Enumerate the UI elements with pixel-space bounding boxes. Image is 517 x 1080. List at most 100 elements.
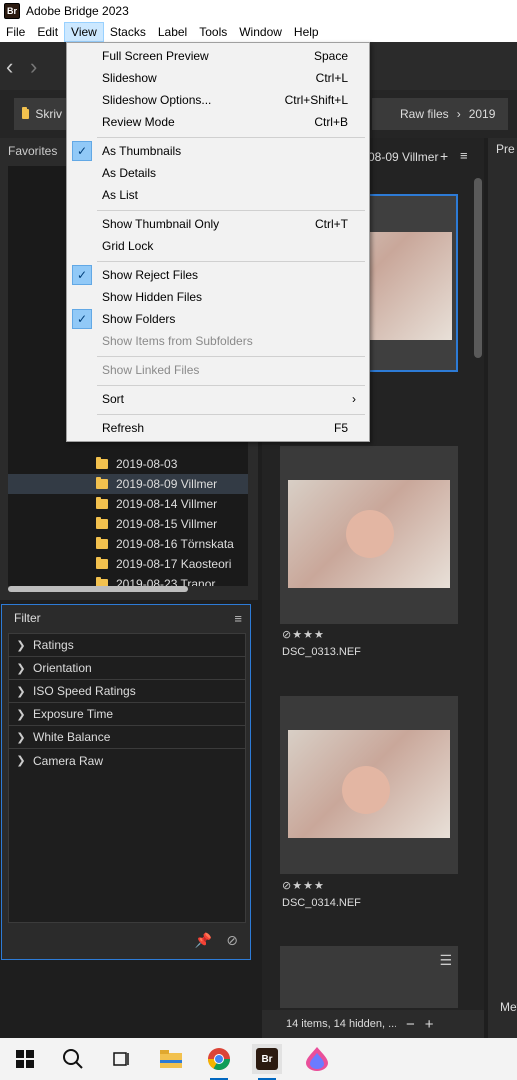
menu-item-as-thumbnails[interactable]: ✓ As Thumbnails xyxy=(68,140,368,162)
thumbnail[interactable] xyxy=(280,446,458,624)
tree-row[interactable]: 2019-08-16 Törnskata xyxy=(8,534,248,554)
menu-item-full-screen-preview[interactable]: Full Screen Preview Space xyxy=(68,45,368,67)
panel-menu-icon[interactable]: ≡ xyxy=(234,611,242,626)
menu-item-label: Show Linked Files xyxy=(102,363,200,377)
breadcrumb-raw[interactable]: Raw files xyxy=(400,107,449,121)
checkmark-icon: ✓ xyxy=(72,265,92,285)
add-icon[interactable]: + xyxy=(440,148,448,164)
rating-stars[interactable]: ⊘★★★ xyxy=(282,879,325,892)
menu-item-grid-lock[interactable]: Grid Lock xyxy=(68,235,368,257)
menu-item-shortcut: Space xyxy=(313,49,348,63)
chevron-right-icon: ❯ xyxy=(16,685,26,698)
filter-row-iso[interactable]: ❯ ISO Speed Ratings xyxy=(9,680,245,703)
menu-item-show-thumbnail-only[interactable]: Show Thumbnail Only Ctrl+T xyxy=(68,213,368,235)
chevron-right-icon: ❯ xyxy=(16,662,26,675)
menu-item-label: Show Items from Subfolders xyxy=(102,334,253,348)
menu-item-shortcut: Ctrl+T xyxy=(315,217,348,231)
filter-row-camera-raw[interactable]: ❯ Camera Raw xyxy=(9,749,245,772)
menu-item-slideshow[interactable]: Slideshow Ctrl+L xyxy=(68,67,368,89)
folder-icon xyxy=(96,517,108,529)
back-icon[interactable]: ‹ xyxy=(6,54,13,80)
search-icon[interactable] xyxy=(58,1044,88,1074)
folder-icon xyxy=(96,457,108,469)
tree-row[interactable]: 2019-08-14 Villmer xyxy=(8,494,248,514)
folder-icon xyxy=(96,557,108,569)
checkmark-icon: ✓ xyxy=(72,141,92,161)
menu-help[interactable]: Help xyxy=(288,22,325,42)
right-panel: Pre Met xyxy=(488,138,517,1038)
tree-row-label: 2019-08-03 xyxy=(116,457,178,471)
zoom-in-button[interactable]: + xyxy=(425,1016,434,1033)
filter-row-exposure[interactable]: ❯ Exposure Time xyxy=(9,703,245,726)
filter-footer: 📌 ⊘ xyxy=(195,932,238,949)
filter-row-label: Ratings xyxy=(33,638,74,652)
tab-metadata[interactable]: Met xyxy=(500,1000,517,1014)
chevron-right-icon: ❯ xyxy=(16,639,26,652)
menu-item-label: Show Reject Files xyxy=(102,268,199,282)
chrome-icon[interactable] xyxy=(204,1044,234,1080)
menu-window[interactable]: Window xyxy=(233,22,288,42)
menu-item-label: Review Mode xyxy=(102,115,175,129)
adjustments-icon: ☰ xyxy=(439,952,452,968)
menu-file[interactable]: File xyxy=(0,22,31,42)
thumbnail[interactable]: ☰ xyxy=(280,946,458,1008)
breadcrumb-year[interactable]: 2019 xyxy=(469,107,496,121)
menu-item-label: Show Thumbnail Only xyxy=(102,217,220,231)
pin-icon[interactable]: 📌 xyxy=(195,932,212,949)
tree-row-label: 2019-08-15 Villmer xyxy=(116,517,218,531)
menu-item-sort[interactable]: Sort › xyxy=(68,388,368,410)
menu-item-show-hidden-files[interactable]: Show Hidden Files xyxy=(68,286,368,308)
menu-item-show-reject-files[interactable]: ✓ Show Reject Files xyxy=(68,264,368,286)
breadcrumb-tail: Raw files › 2019 xyxy=(372,98,508,130)
tab-favorites[interactable]: Favorites xyxy=(8,140,57,162)
menu-item-review-mode[interactable]: Review Mode Ctrl+B xyxy=(68,111,368,133)
menu-edit[interactable]: Edit xyxy=(31,22,64,42)
filter-row-label: Orientation xyxy=(33,661,92,675)
view-menu-dropdown: Full Screen Preview Space Slideshow Ctrl… xyxy=(66,42,370,442)
paint-app-icon[interactable] xyxy=(302,1044,332,1074)
menu-item-slideshow-options[interactable]: Slideshow Options... Ctrl+Shift+L xyxy=(68,89,368,111)
tree-row[interactable]: 2019-08-17 Kaosteori xyxy=(8,554,248,574)
tree-horizontal-scrollbar[interactable] xyxy=(8,586,188,592)
thumbnail[interactable] xyxy=(280,696,458,874)
menu-item-as-details[interactable]: As Details xyxy=(68,162,368,184)
breadcrumb-label: Skriv xyxy=(35,107,62,121)
menu-item-shortcut: Ctrl+L xyxy=(315,71,348,85)
rating-stars[interactable]: ⊘★★★ xyxy=(282,628,325,641)
menu-label[interactable]: Label xyxy=(152,22,193,42)
menu-item-refresh[interactable]: Refresh F5 xyxy=(68,417,368,439)
menu-separator xyxy=(97,356,365,357)
tree-row[interactable]: 2019-08-03 xyxy=(8,454,248,474)
filter-row-ratings[interactable]: ❯ Ratings xyxy=(9,634,245,657)
filter-row-white-balance[interactable]: ❯ White Balance xyxy=(9,726,245,749)
filter-row-orientation[interactable]: ❯ Orientation xyxy=(9,657,245,680)
menu-item-show-folders[interactable]: ✓ Show Folders xyxy=(68,308,368,330)
menu-item-label: As Details xyxy=(102,166,157,180)
menu-item-label: As Thumbnails xyxy=(102,144,182,158)
content-vertical-scrollbar[interactable] xyxy=(474,178,482,358)
windows-start-icon[interactable] xyxy=(10,1044,40,1074)
tab-preview[interactable]: Pre xyxy=(496,142,515,156)
tree-row[interactable]: 2019-08-23 Tranor xyxy=(8,574,248,586)
tree-row[interactable]: 2019-08-15 Villmer xyxy=(8,514,248,534)
menu-item-label: Slideshow Options... xyxy=(102,93,212,107)
zoom-out-button[interactable]: − xyxy=(406,1016,415,1033)
panel-menu-icon[interactable]: ≡ xyxy=(460,148,468,163)
menu-item-as-list[interactable]: As List xyxy=(68,184,368,206)
bridge-taskbar-icon[interactable]: Br xyxy=(252,1044,282,1080)
file-name: DSC_0314.NEF xyxy=(282,897,361,909)
folder-icon xyxy=(96,477,108,489)
menu-stacks[interactable]: Stacks xyxy=(104,22,152,42)
folder-icon xyxy=(22,107,30,119)
tree-row-label: 2019-08-14 Villmer xyxy=(116,497,218,511)
task-view-icon[interactable] xyxy=(106,1044,136,1074)
menu-view[interactable]: View xyxy=(64,22,104,42)
filter-panel: Filter ≡ ❯ Ratings ❯ Orientation ❯ ISO S… xyxy=(1,604,251,960)
forward-icon[interactable]: › xyxy=(30,54,37,80)
file-explorer-icon[interactable] xyxy=(156,1044,186,1074)
photo-subject xyxy=(342,766,390,814)
breadcrumb-first[interactable]: Skriv xyxy=(14,98,70,130)
tree-row-selected[interactable]: 2019-08-09 Villmer xyxy=(8,474,248,494)
menu-tools[interactable]: Tools xyxy=(193,22,233,42)
clear-filter-icon[interactable]: ⊘ xyxy=(226,932,238,949)
